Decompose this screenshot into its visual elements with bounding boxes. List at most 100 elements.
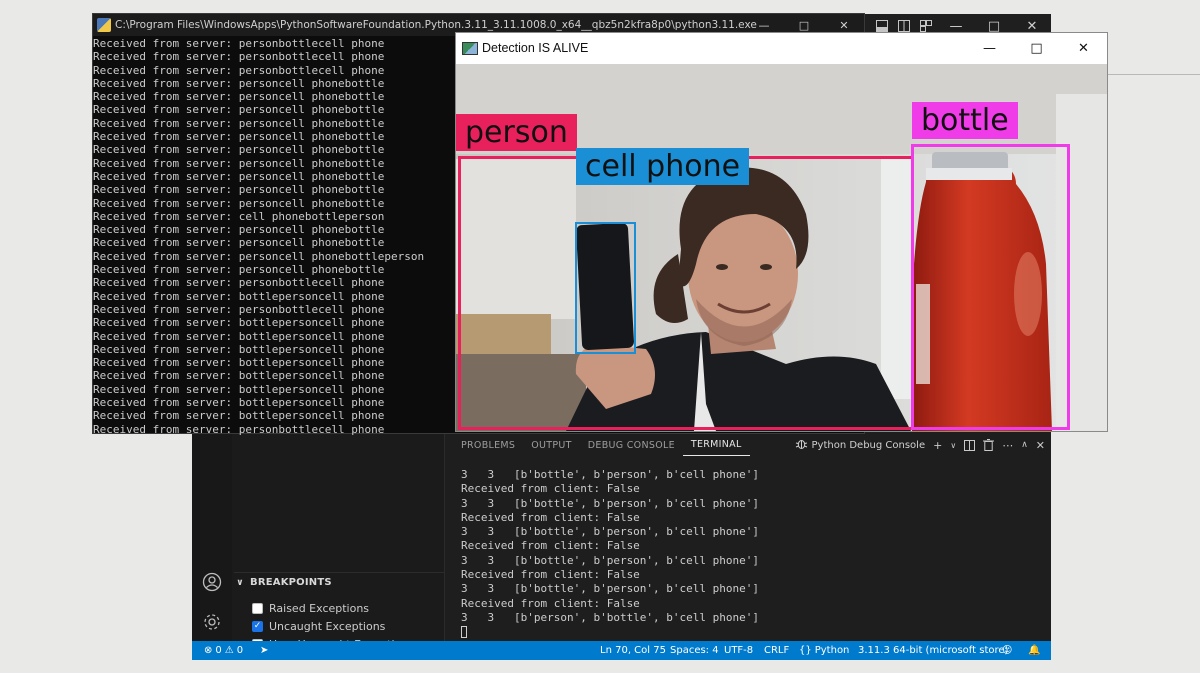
close-button[interactable]: ✕ xyxy=(1060,33,1107,63)
error-icon: ⊗ xyxy=(204,645,213,656)
console-line: Received from server: personbottlecell p… xyxy=(93,276,385,290)
tab-debug-console[interactable]: DEBUG CONSOLE xyxy=(580,434,683,456)
minimize-button[interactable]: — xyxy=(966,33,1013,63)
background-divider-line xyxy=(1108,74,1200,75)
console-line: Received from server: bottlepersoncell p… xyxy=(93,356,385,370)
uncaught-exceptions-checkbox[interactable]: ✓ xyxy=(252,620,263,632)
raised-exceptions-checkbox[interactable] xyxy=(252,602,263,614)
console-line: Received from server: personcell phonebo… xyxy=(93,169,385,183)
terminal-line: 3 3 [b'bottle', b'person', b'cell phone'… xyxy=(461,582,760,596)
terminal-line: Received from client: False xyxy=(461,539,640,553)
console-line: Received from server: personbottlecell p… xyxy=(93,63,385,77)
more-actions-icon[interactable]: ⋯ xyxy=(1002,439,1013,452)
detection-titlebar: Detection IS ALIVE — □ ✕ xyxy=(456,33,1107,63)
terminal-line: Received from client: False xyxy=(461,596,640,610)
new-terminal-plus-icon[interactable]: + xyxy=(933,439,942,452)
detection-window: Detection IS ALIVE — □ ✕ person cell pho… xyxy=(455,32,1108,432)
console-line: Received from server: personcell phonebo… xyxy=(93,76,385,90)
terminal-panel: PROBLEMS OUTPUT DEBUG CONSOLE TERMINAL P… xyxy=(445,434,1051,641)
terminal-line: 3 3 [b'bottle', b'person', b'cell phone'… xyxy=(461,468,760,481)
console-line: Received from server: personcell phonebo… xyxy=(93,90,385,104)
breakpoint-label: Uncaught Exceptions xyxy=(269,619,386,633)
problems-status[interactable]: ⊗ 0 ⚠ 0 xyxy=(204,641,243,660)
app-icon xyxy=(462,41,478,55)
encoding-status[interactable]: UTF-8 xyxy=(724,641,753,660)
tab-problems[interactable]: PROBLEMS xyxy=(453,434,523,456)
close-panel-icon[interactable]: ✕ xyxy=(1036,439,1045,452)
console-line: Received from server: bottlepersoncell p… xyxy=(93,382,385,396)
console-line: Received from server: bottlepersoncell p… xyxy=(93,342,385,356)
cell-phone-bounding-box xyxy=(575,222,636,354)
run-debug-sidebar: ∨ BREAKPOINTS Raised Exceptions ✓ Uncaug… xyxy=(232,434,445,651)
console-line: Received from server: personcell phonebo… xyxy=(93,263,385,277)
status-bar: ⊗ 0 ⚠ 0 ➤ Ln 70, Col 75 Spaces: 4 UTF-8 … xyxy=(192,641,1051,660)
console-line: Received from server: personcell phonebo… xyxy=(93,196,385,210)
breakpoint-uncaught-exceptions[interactable]: ✓ Uncaught Exceptions xyxy=(252,617,385,635)
console-line: Received from server: bottlepersoncell p… xyxy=(93,316,385,330)
bug-icon xyxy=(795,437,808,453)
split-terminal-icon[interactable] xyxy=(964,439,976,451)
console-line: Received from server: cell phonebottlepe… xyxy=(93,209,385,223)
cell-phone-label: cell phone xyxy=(576,148,750,185)
console-line: Received from server: bottlepersoncell p… xyxy=(93,329,385,343)
console-line: Received from server: personcell phonebo… xyxy=(93,116,385,130)
terminal-output[interactable]: 3 3 [b'bottle', b'person', b'cell phone'… xyxy=(461,468,1041,640)
breakpoints-header[interactable]: ∨ BREAKPOINTS xyxy=(234,572,444,592)
cursor-position-status[interactable]: Ln 70, Col 75 xyxy=(600,641,666,660)
maximize-button[interactable]: □ xyxy=(1013,33,1060,63)
feedback-icon[interactable]: ☺ xyxy=(1002,641,1012,660)
console-line: Received from server: personcell phonebo… xyxy=(93,249,425,263)
console-line: Received from server: personbottlecell p… xyxy=(93,302,385,316)
terminal-line: Received from client: False xyxy=(461,482,640,496)
console-line: Received from server: personbottlecell p… xyxy=(93,50,385,64)
trash-icon[interactable] xyxy=(983,439,995,451)
indentation-status[interactable]: Spaces: 4 xyxy=(670,641,719,660)
breakpoint-label: Raised Exceptions xyxy=(269,601,370,615)
tab-terminal[interactable]: TERMINAL xyxy=(682,434,750,456)
terminal-line: 3 3 [b'bottle', b'person', b'cell phone'… xyxy=(461,525,760,539)
terminal-line: 3 3 [b'bottle', b'person', b'cell phone'… xyxy=(461,553,760,567)
chevron-down-icon: ∨ xyxy=(236,577,244,588)
console-line: Received from server: personcell phonebo… xyxy=(93,130,385,144)
console-line: Received from server: personcell phonebo… xyxy=(93,156,385,170)
braces-icon: {} xyxy=(799,645,812,656)
debug-console-label: Python Debug Console xyxy=(811,439,926,451)
console-line: Received from server: bottlepersoncell p… xyxy=(93,369,385,383)
panel-actions: Python Debug Console + ∨ ⋯ ∧ ✕ xyxy=(795,434,1045,456)
terminal-line: Received from client: False xyxy=(461,568,640,582)
remote-debug-icon[interactable]: ➤ xyxy=(260,641,268,660)
terminal-line: 3 3 [b'person', b'bottle', b'cell phone'… xyxy=(461,610,760,624)
console-line: Received from server: personcell phonebo… xyxy=(93,236,385,250)
breakpoint-raised-exceptions[interactable]: Raised Exceptions xyxy=(252,599,369,617)
warning-icon: ⚠ xyxy=(224,645,234,656)
chevron-down-icon[interactable]: ∨ xyxy=(950,441,956,450)
console-line: Received from server: personbottlecell p… xyxy=(93,422,385,436)
console-line: Received from server: bottlepersoncell p… xyxy=(93,396,385,410)
person-bounding-box xyxy=(458,156,914,430)
python-icon xyxy=(97,18,111,32)
console-line: Received from server: bottlepersoncell p… xyxy=(93,289,385,303)
terminal-cursor xyxy=(461,626,467,639)
python-interpreter-status[interactable]: 3.11.3 64-bit (microsoft store) xyxy=(858,641,1008,660)
console-line: Received from server: personcell phonebo… xyxy=(93,183,385,197)
terminal-line: Received from client: False xyxy=(461,510,640,524)
console-line: Received from server: personcell phonebo… xyxy=(93,143,385,157)
terminal-line: 3 3 [b'bottle', b'person', b'cell phone'… xyxy=(461,496,760,510)
console-line: Received from server: bottlepersoncell p… xyxy=(93,409,385,423)
maximize-panel-chevron-up-icon[interactable]: ∧ xyxy=(1021,440,1028,450)
console-output[interactable]: Received from server: personbottlecell p… xyxy=(93,37,463,436)
terminal-cursor-line xyxy=(461,625,1041,639)
camera-frame: person cell phone bottle xyxy=(456,64,1107,431)
language-mode-status[interactable]: {} Python xyxy=(799,641,849,660)
bottle-label: bottle xyxy=(912,102,1018,139)
activity-bar xyxy=(192,434,232,641)
notifications-bell-icon[interactable]: 🔔 xyxy=(1028,641,1040,660)
person-label: person xyxy=(456,114,577,151)
tab-output[interactable]: OUTPUT xyxy=(523,434,580,456)
accounts-icon[interactable] xyxy=(200,570,224,594)
console-line: Received from server: personcell phonebo… xyxy=(93,103,385,117)
console-line: Received from server: personbottlecell p… xyxy=(93,37,385,50)
terminal-selector[interactable]: Python Debug Console xyxy=(795,437,926,453)
manage-gear-icon[interactable] xyxy=(200,610,224,634)
eol-status[interactable]: CRLF xyxy=(764,641,789,660)
